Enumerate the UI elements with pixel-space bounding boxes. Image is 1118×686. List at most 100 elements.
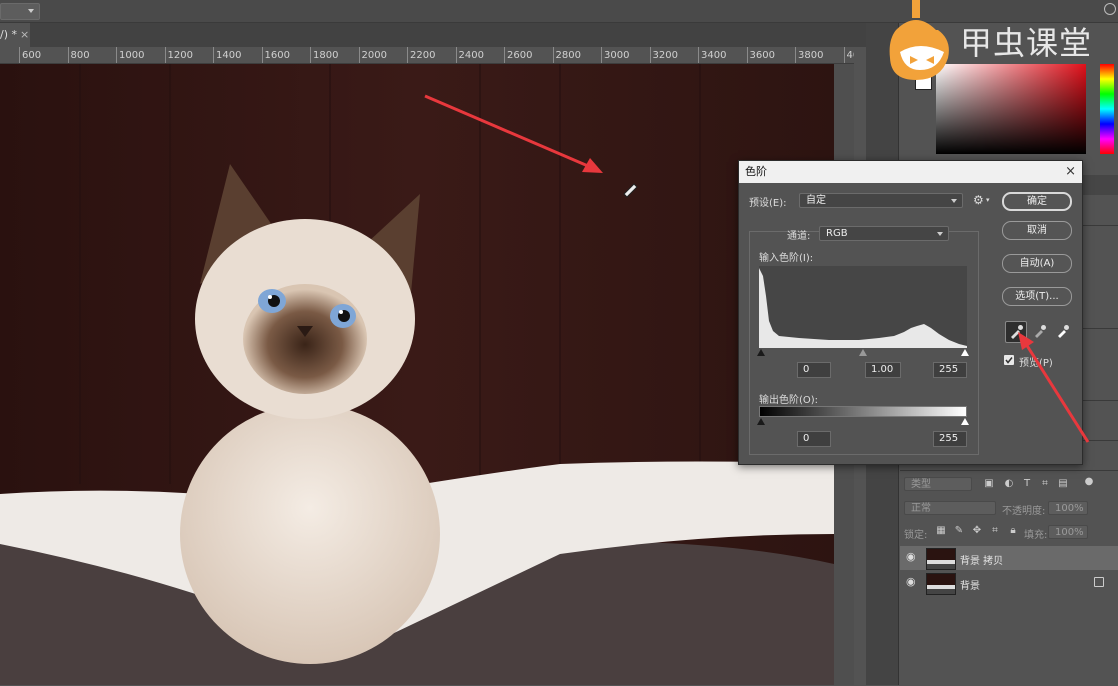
horizontal-ruler: 600 800 1000 1200 1400 1600 1800 2000 2200 2400 26… [0,47,854,64]
preset-dropdown[interactable]: 自定 [799,193,963,208]
filter-toggle-icon[interactable]: ● [1084,477,1094,487]
smart-object-filter-icon[interactable]: ▤ [1058,479,1068,489]
ok-button[interactable]: 确定 [1002,192,1072,211]
image-filter-icon[interactable]: ▣ [984,479,994,489]
ruler-tick [116,47,117,63]
fill-input[interactable]: 100% [1048,525,1088,539]
ruler-tick-label: 1800 [313,50,339,61]
opacity-label: 不透明度: [1002,506,1046,517]
ruler-tick [358,47,360,63]
ruler-tick-label: 2400 [458,50,484,61]
ruler-tick [649,47,651,63]
dialog-title: 色阶 [745,165,767,178]
ruler-tick-label: 3200 [652,50,678,61]
blend-mode-dropdown[interactable]: 正常 [904,501,996,515]
tool-preset-dropdown[interactable] [0,3,40,20]
ruler-tick-label: 1200 [167,50,193,61]
annotation-arrow [1018,332,1090,443]
ruler-tick-label: 3400 [701,50,727,61]
ruler-tick [407,47,408,63]
ruler-tick-label: 2200 [410,50,436,61]
ruler-tick [746,47,748,63]
ruler-tick-label: 2600 [507,50,533,61]
layer-name: 背景 [960,581,980,592]
watermark-text: 甲虫课堂 [960,24,1093,62]
options-button[interactable]: 选项(T)... [1002,287,1072,306]
search-icon[interactable] [1104,3,1116,15]
lock-all-icon[interactable]: 🔒︎ [1008,526,1018,536]
ruler-tick [504,47,505,63]
type-filter-icon[interactable]: T [1022,479,1032,489]
layer-row[interactable]: ◉ 背景 拷贝 [900,546,1118,570]
layer-lock-icon [1094,577,1104,587]
ruler-tick [261,47,263,63]
output-white-slider[interactable] [961,418,969,425]
close-icon[interactable]: × [1065,161,1076,183]
output-white-field[interactable]: 255 [933,431,967,447]
ruler-tick-label: 3800 [798,50,824,61]
auto-button[interactable]: 自动(A) [1002,254,1072,273]
ruler-tick [698,47,699,63]
layer-thumbnail [926,548,956,570]
panel-divider [1082,225,1118,226]
ruler-tick [164,47,166,63]
gear-dropdown-icon: ▾ [986,196,990,204]
ruler-tick [795,47,796,63]
ruler-tick [19,47,20,63]
lock-label: 锁定: [904,530,928,541]
preset-label: 预设(E): [749,198,787,209]
channel-label: 通道: [787,231,811,242]
visibility-eye-icon[interactable]: ◉ [906,576,916,587]
layer-row[interactable]: ◉ 背景 [900,571,1118,595]
adjustment-filter-icon[interactable]: ◐ [1004,479,1014,489]
hue-slider[interactable] [1100,64,1114,154]
input-levels-label: 输入色阶(I): [759,253,814,264]
lock-paint-icon[interactable]: ✎ [954,526,964,536]
document-tab-bar [0,23,866,47]
output-gradient [759,406,967,417]
input-gamma-slider[interactable] [859,349,867,356]
input-black-field[interactable]: 0 [797,362,831,378]
ruler-tick [552,47,554,63]
output-levels-label: 输出色阶(O): [759,395,819,406]
color-picker-field[interactable] [936,64,1086,154]
watermark-logo [889,0,949,80]
layer-filter-input[interactable]: 类型 [904,477,972,491]
opacity-input[interactable]: 100% [1048,501,1088,515]
input-white-slider[interactable] [961,349,969,356]
ruler-tick [455,47,457,63]
output-black-slider[interactable] [757,418,765,425]
channel-dropdown[interactable]: RGB [819,226,949,241]
document-tab[interactable]: /) * × [0,23,30,47]
document-canvas[interactable] [0,64,834,685]
input-white-field[interactable]: 255 [933,362,967,378]
ruler-tick-label: 3600 [749,50,775,61]
ruler-tick-label: 800 [70,50,90,61]
artboard-lock-icon[interactable]: ⌗ [990,526,1000,536]
cancel-button[interactable]: 取消 [1002,221,1072,240]
visibility-eye-icon[interactable]: ◉ [906,551,916,562]
output-black-field[interactable]: 0 [797,431,831,447]
fill-label: 填充: [1024,530,1048,541]
layer-name: 背景 拷贝 [960,556,1004,567]
ruler-tick [67,47,69,63]
ruler-tick-label: 1000 [119,50,145,61]
lock-move-icon[interactable]: ✥ [972,526,982,536]
ruler-tick-label: 400 [846,50,855,61]
histogram [759,266,967,348]
cat-photo [0,64,834,685]
ruler-tick [310,47,311,63]
ruler-tick-label: 1600 [264,50,290,61]
shape-filter-icon[interactable]: ⌗ [1040,479,1050,489]
close-tab-icon[interactable]: × [20,28,29,41]
ruler-tick [843,47,845,63]
ruler-tick [601,47,602,63]
input-gamma-field[interactable]: 1.00 [865,362,901,378]
input-black-slider[interactable] [757,349,765,356]
layers-panel: 类型 ▣ ◐ T ⌗ ▤ ● 正常 不透明度: 100% 锁定: ▦ ✎ ✥ ⌗… [900,470,1118,686]
dialog-titlebar[interactable]: 色阶 × [739,161,1082,183]
ruler-tick-label: 2000 [361,50,387,61]
preset-gear-icon[interactable]: ⚙ [973,193,984,207]
ruler-tick-label: 1400 [216,50,242,61]
lock-transparent-icon[interactable]: ▦ [936,526,946,536]
